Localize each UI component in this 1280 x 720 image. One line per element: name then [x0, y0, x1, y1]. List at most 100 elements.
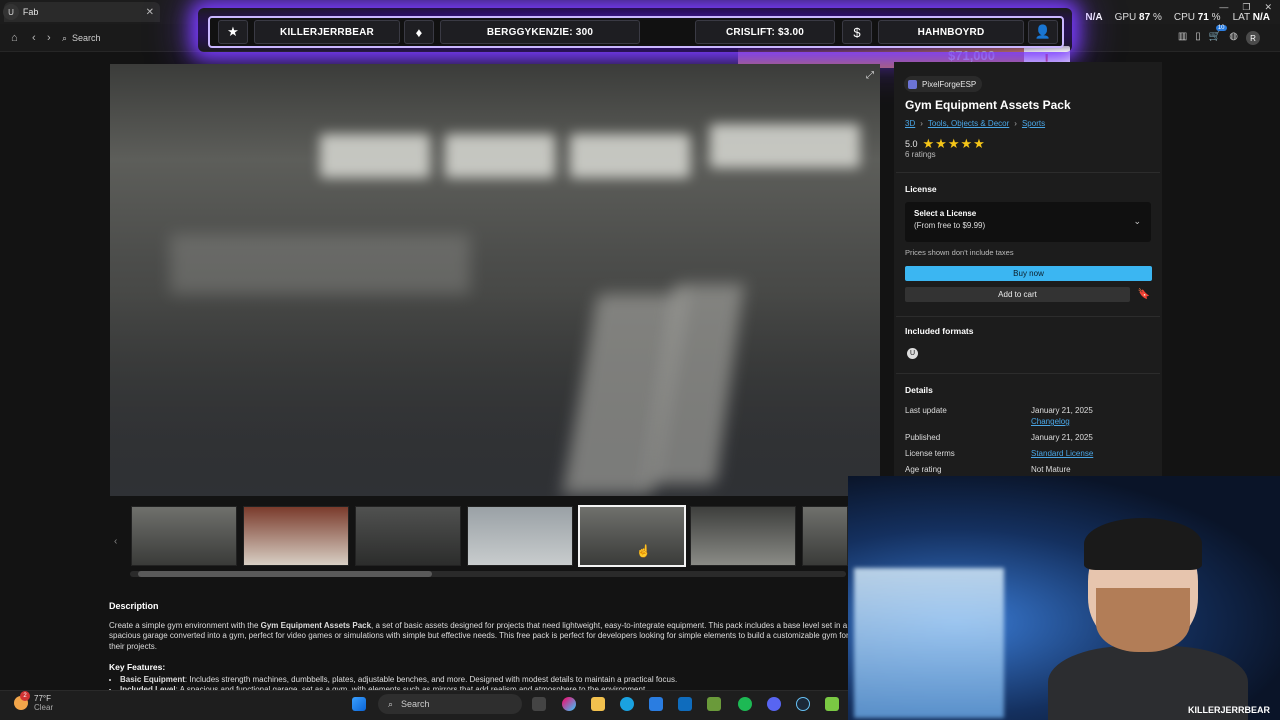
search-icon: ⌕	[388, 698, 394, 709]
last-update-value: January 21, 2025	[1031, 406, 1093, 415]
webcam-pc-rig	[854, 568, 1004, 718]
weather-condition: Clear	[34, 703, 54, 712]
webcam-streamer	[1048, 506, 1248, 720]
diamond-icon: ♦	[404, 20, 434, 44]
streamer-cap	[1084, 518, 1202, 570]
overlay-follower: KILLERJERRBEAR	[254, 20, 400, 44]
stream-overlay-bar: ★ KILLERJERRBEAR ♦ BERGGYKENZIE: 300 CRI…	[180, 0, 1090, 64]
weather-widget[interactable]: 2 77°F Clear	[14, 691, 54, 712]
steam-icon[interactable]	[796, 697, 810, 711]
header-actions: ▥ ▯ 🛒 10 ◍ R	[1178, 25, 1260, 45]
cart-icon[interactable]: 🛒 10	[1209, 25, 1227, 45]
browser-tab-fab[interactable]: ◢ Fab ✕	[4, 2, 160, 22]
cart-badge: 10	[1215, 25, 1227, 31]
seller-chip[interactable]: PixelForgeESP	[904, 76, 983, 92]
hero-window-3	[570, 134, 690, 178]
ratings-count[interactable]: 6 ratings	[905, 150, 936, 159]
hero-window-1	[320, 134, 430, 178]
divider	[896, 316, 1160, 317]
outlook-icon[interactable]	[678, 697, 692, 711]
back-icon[interactable]: ‹	[32, 32, 36, 44]
weather-badge: 2	[20, 691, 30, 701]
discord-icon[interactable]	[767, 697, 781, 711]
star-icon: ★	[218, 20, 248, 44]
age-rating-value: Not Mature	[1031, 465, 1071, 474]
system-stats: N/A GPU 87 % CPU 71 % LAT N/A	[1085, 12, 1270, 23]
bookmark-icon[interactable]: 🔖	[1136, 287, 1152, 302]
spotify-icon[interactable]	[738, 697, 752, 711]
feature-item: Basic Equipment: Includes strength machi…	[120, 675, 849, 686]
crumb-tools[interactable]: Tools, Objects & Decor	[928, 119, 1009, 128]
crumb-3d[interactable]: 3D	[905, 119, 915, 128]
chevron-down-icon: ⌄	[1133, 216, 1141, 226]
unreal-format-icon[interactable]: U	[907, 348, 918, 359]
webcam-feed: KILLERJERRBEAR	[848, 476, 1280, 720]
license-terms-label: License terms	[905, 449, 955, 458]
rating-value: 5.0	[905, 139, 918, 149]
license-select[interactable]: Select a License (From free to $9.99) ⌄	[905, 202, 1151, 242]
streamer-beard	[1096, 588, 1190, 652]
user-icon: 👤	[1028, 20, 1058, 44]
thumbnails-prev-icon[interactable]: ‹	[114, 536, 117, 547]
thumbnail-3[interactable]	[355, 506, 461, 566]
scrollbar-knob[interactable]	[138, 571, 432, 577]
product-main-image[interactable]	[110, 64, 880, 496]
license-select-title: Select a License	[914, 209, 977, 218]
store-icon[interactable]	[649, 697, 663, 711]
divider	[896, 373, 1160, 374]
thumbnails-scrollbar[interactable]	[130, 571, 846, 577]
thumbnail-2[interactable]	[243, 506, 349, 566]
buy-now-button[interactable]: Buy now	[905, 266, 1152, 281]
seller-name: PixelForgeESP	[922, 79, 977, 89]
minecraft-icon[interactable]	[707, 697, 721, 711]
bookmark-header-icon[interactable]: ▯	[1195, 31, 1201, 45]
age-rating-label: Age rating	[905, 465, 942, 474]
search-placeholder: Search	[72, 33, 101, 43]
crumb-sports[interactable]: Sports	[1022, 119, 1045, 128]
dollar-icon: $	[842, 20, 872, 44]
published-value: January 21, 2025	[1031, 433, 1093, 442]
webcam-name: KILLERJERRBEAR	[1187, 705, 1270, 715]
changelog-link[interactable]: Changelog	[1031, 417, 1070, 426]
taxes-note: Prices shown don't include taxes	[905, 248, 1014, 257]
license-heading: License	[905, 184, 937, 194]
unreal-logo-icon[interactable]: U	[3, 4, 19, 20]
home-icon[interactable]: ⌂	[11, 32, 18, 44]
weather-temp: 77°F	[34, 694, 51, 703]
taskbar-search[interactable]: ⌕ Search	[378, 694, 522, 714]
license-terms-link[interactable]: Standard License	[1031, 449, 1093, 458]
thumbnail-5-selected[interactable]	[578, 505, 686, 567]
thumbnail-6[interactable]	[690, 506, 796, 566]
overlay-subscriber: HAHNBOYRD	[878, 20, 1024, 44]
category-breadcrumb: 3D › Tools, Objects & Decor › Sports	[905, 119, 1046, 128]
windows-start-icon[interactable]	[352, 697, 366, 711]
last-update-label: Last update	[905, 406, 947, 415]
gpu-stat: GPU 87 %	[1114, 12, 1162, 23]
file-explorer-icon[interactable]	[591, 697, 605, 711]
overlay-donation: BERGGYKENZIE: 300	[440, 20, 640, 44]
library-icon[interactable]: ▥	[1178, 31, 1187, 45]
seller-avatar	[908, 79, 917, 89]
tab-title: Fab	[22, 7, 39, 17]
hero-window-4	[710, 124, 860, 168]
edge-icon[interactable]	[620, 697, 634, 711]
close-tab-icon[interactable]: ✕	[146, 7, 154, 18]
mouse-cursor-icon: ☝	[636, 544, 651, 558]
forward-icon[interactable]: ›	[47, 32, 51, 44]
user-avatar[interactable]: R	[1246, 31, 1260, 45]
add-to-cart-button[interactable]: Add to cart	[905, 287, 1130, 302]
published-label: Published	[905, 433, 941, 442]
copilot-icon[interactable]	[562, 697, 576, 711]
app-icon[interactable]	[825, 697, 839, 711]
thumbnail-1[interactable]	[131, 506, 237, 566]
divider	[896, 172, 1160, 173]
globe-icon[interactable]: ◍	[1229, 31, 1238, 45]
thumbnail-7[interactable]	[802, 506, 848, 566]
expand-image-icon[interactable]: ⤢	[866, 70, 874, 81]
overlay-tip: CRISLIFT: $3.00	[695, 20, 835, 44]
thumbnail-4[interactable]	[467, 506, 573, 566]
weather-sun-icon: 2	[14, 691, 30, 710]
hero-floor	[110, 296, 880, 496]
task-view-icon[interactable]	[532, 697, 546, 711]
details-heading: Details	[905, 385, 933, 395]
